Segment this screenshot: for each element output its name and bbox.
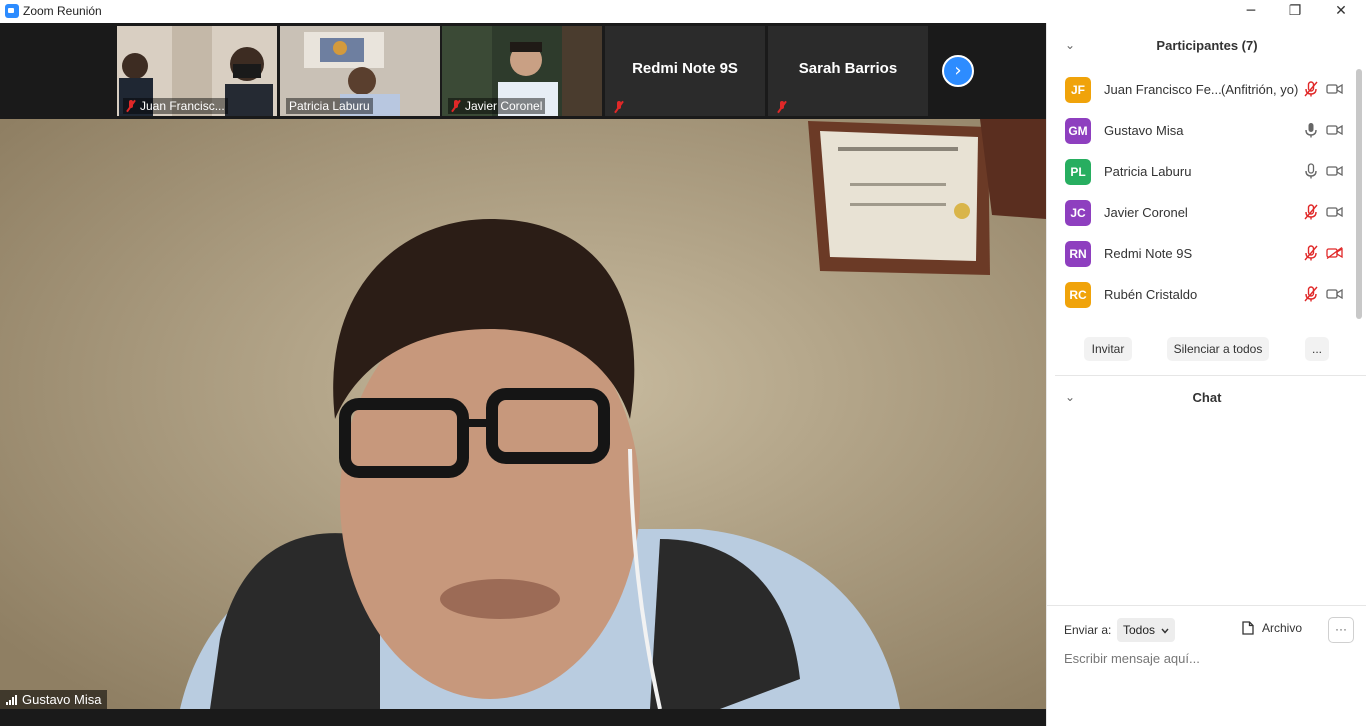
thumbnail-label: Patricia Laburu xyxy=(286,98,373,114)
participant-role: (Anfitrión, yo) xyxy=(1221,82,1299,97)
more-options-button[interactable]: ... xyxy=(1305,337,1329,361)
participant-row[interactable]: RC Rubén Cristaldo xyxy=(1047,274,1357,315)
video-thumbnail[interactable]: Patricia Laburu xyxy=(280,26,440,116)
title-bar: Zoom Reunión ─ ❐ ✕ xyxy=(0,0,1366,23)
participant-avatar: JC xyxy=(1065,200,1091,226)
participant-name: Patricia Laburu xyxy=(1104,164,1192,179)
participant-name: Juan Francisc... xyxy=(140,99,225,113)
participant-avatar: PL xyxy=(1065,159,1091,185)
camera-icon[interactable] xyxy=(1326,124,1343,136)
participant-avatar: RC xyxy=(1065,282,1091,308)
send-to-value: Todos xyxy=(1123,623,1156,637)
next-page-arrow-icon[interactable]: › xyxy=(942,55,974,87)
minimize-icon[interactable]: ─ xyxy=(1228,0,1274,23)
participant-avatar: RN xyxy=(1065,241,1091,267)
camera-off-icon[interactable] xyxy=(1326,247,1343,259)
participant-name: Javier Coronel xyxy=(465,99,543,113)
thumbnail-label xyxy=(611,100,627,114)
participant-row[interactable]: JC Javier Coronel xyxy=(1047,192,1357,233)
thumbnail-label: Juan Francisc... xyxy=(123,98,228,114)
camera-icon[interactable] xyxy=(1326,206,1343,218)
avatar-initials: RC xyxy=(1069,288,1087,302)
active-speaker-video: Gustavo Misa xyxy=(0,119,1046,709)
close-icon[interactable]: ✕ xyxy=(1318,0,1364,23)
speaker-video-image xyxy=(0,119,1046,709)
participant-row[interactable]: JF Juan Francisco Fe... (Anfitrión, yo) xyxy=(1047,69,1357,110)
avatar-initials: RN xyxy=(1069,247,1087,261)
avatar-initials: JC xyxy=(1070,206,1086,220)
send-to-label: Enviar a: xyxy=(1064,623,1112,637)
avatar-initials: PL xyxy=(1070,165,1086,179)
video-thumbnail[interactable]: Redmi Note 9S xyxy=(605,26,765,116)
participant-name: Patricia Laburu xyxy=(289,99,370,113)
file-button[interactable]: Archivo xyxy=(1242,621,1302,635)
participants-scrollbar[interactable] xyxy=(1356,69,1362,319)
mic-muted-icon[interactable] xyxy=(1304,204,1318,220)
meeting-controls-bar xyxy=(0,709,1046,726)
mic-muted-icon[interactable] xyxy=(1304,81,1318,97)
restore-icon[interactable]: ❐ xyxy=(1272,0,1318,23)
mic-muted-icon xyxy=(451,100,461,112)
file-label: Archivo xyxy=(1262,621,1303,635)
thumbnail-label: Javier Coronel xyxy=(448,98,546,114)
avatar-initials: GM xyxy=(1068,124,1088,138)
camera-icon[interactable] xyxy=(1326,83,1343,95)
participant-row[interactable]: PL Patricia Laburu xyxy=(1047,151,1357,192)
speaker-name: Gustavo Misa xyxy=(22,692,102,707)
zoom-logo-icon xyxy=(5,4,19,18)
window-title: Zoom Reunión xyxy=(23,4,102,18)
participant-row[interactable]: GM Gustavo Misa xyxy=(1047,110,1357,151)
participant-name: Rubén Cristaldo xyxy=(1104,287,1198,302)
participant-name: Juan Francisco Fe... xyxy=(1104,82,1222,97)
divider xyxy=(1047,605,1366,606)
chevron-down-icon xyxy=(1161,628,1169,634)
file-icon xyxy=(1242,621,1254,635)
participant-name: Redmi Note 9S xyxy=(1104,246,1193,261)
chat-title: Chat xyxy=(1192,390,1222,405)
mute-all-button[interactable]: Silenciar a todos xyxy=(1167,337,1269,361)
thumbnail-label xyxy=(774,100,790,114)
mic-muted-icon xyxy=(126,100,136,112)
participant-name: Gustavo Misa xyxy=(1104,123,1184,138)
chat-more-button[interactable]: ··· xyxy=(1328,617,1354,643)
video-area: Juan Francisc... Patricia Laburu Javier … xyxy=(0,23,1046,726)
participant-avatar: GM xyxy=(1065,118,1091,144)
mic-muted-icon xyxy=(614,101,624,113)
participants-header: ⌄ Participantes (7) xyxy=(1047,23,1366,67)
mic-muted-icon[interactable] xyxy=(1304,286,1318,302)
speaker-name-label: Gustavo Misa xyxy=(0,690,108,709)
video-thumbnail[interactable]: Juan Francisc... xyxy=(117,26,277,116)
participant-name: Redmi Note 9S xyxy=(632,60,738,77)
participants-title: Participantes (7) xyxy=(1156,38,1258,53)
participant-name: Javier Coronel xyxy=(1104,205,1188,220)
chat-message-input[interactable] xyxy=(1064,647,1354,669)
video-thumbnail[interactable]: Javier Coronel xyxy=(442,26,602,116)
video-thumbnail-strip: Juan Francisc... Patricia Laburu Javier … xyxy=(0,23,1046,119)
mic-icon[interactable] xyxy=(1304,163,1318,179)
camera-icon[interactable] xyxy=(1326,288,1343,300)
participant-row[interactable]: RN Redmi Note 9S xyxy=(1047,233,1357,274)
avatar-initials: JF xyxy=(1070,83,1085,97)
participant-avatar: JF xyxy=(1065,77,1091,103)
signal-strength-icon xyxy=(6,694,17,705)
send-to-select[interactable]: Todos xyxy=(1117,618,1175,642)
side-panel: ⌄ Participantes (7) JF Juan Francisco Fe… xyxy=(1046,23,1366,726)
divider xyxy=(1055,375,1366,376)
mic-icon[interactable] xyxy=(1304,122,1318,138)
invite-button[interactable]: Invitar xyxy=(1084,337,1132,361)
mic-muted-icon[interactable] xyxy=(1304,245,1318,261)
camera-icon[interactable] xyxy=(1326,165,1343,177)
participant-name: Sarah Barrios xyxy=(798,60,898,77)
mic-muted-icon xyxy=(777,101,787,113)
video-thumbnail[interactable]: Sarah Barrios xyxy=(768,26,928,116)
